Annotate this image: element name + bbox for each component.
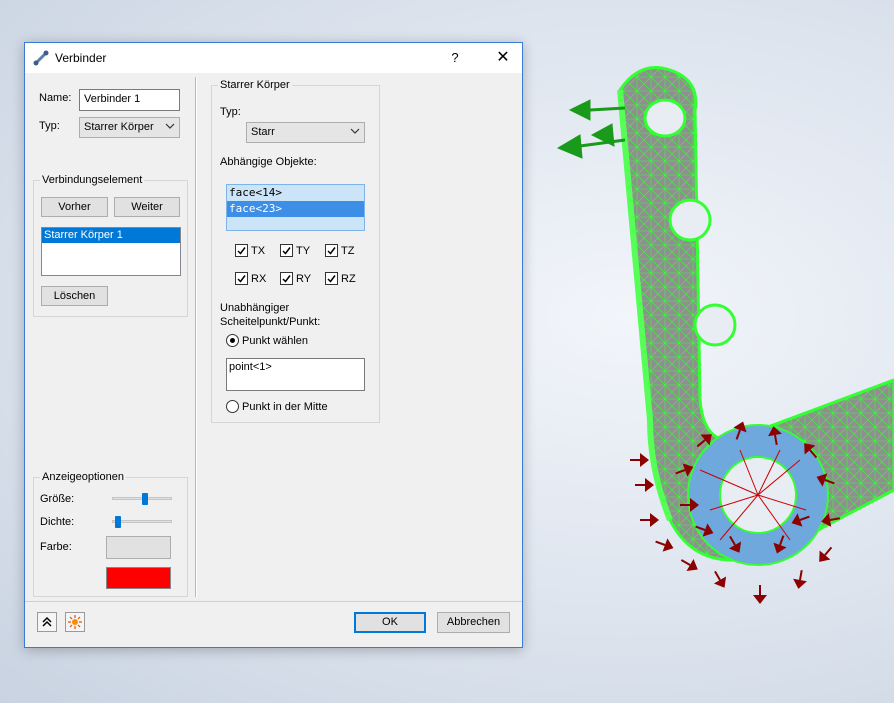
connector-dialog: Verbinder ? ✕ Name: Verbinder 1 Typ: Sta… bbox=[24, 42, 523, 648]
type-select-value: Starrer Körper bbox=[84, 121, 154, 133]
checkbox-rz-label: RZ bbox=[341, 272, 356, 285]
checkbox-box[interactable] bbox=[280, 244, 293, 257]
radio-select-point[interactable]: Punkt wählen bbox=[226, 334, 308, 347]
dialog-footer: OK Abbrechen bbox=[25, 602, 522, 647]
preview-button[interactable] bbox=[65, 612, 85, 632]
name-label: Name: bbox=[39, 92, 72, 104]
checkbox-tz-label: TZ bbox=[341, 244, 355, 257]
panel-divider bbox=[195, 77, 197, 597]
left-panel: Name: Verbinder 1 Typ: Starrer Körper Ve… bbox=[25, 73, 197, 599]
radio-dot bbox=[230, 338, 235, 343]
checkbox-box[interactable] bbox=[325, 244, 338, 257]
type-select[interactable]: Starrer Körper bbox=[79, 117, 180, 138]
ok-button[interactable]: OK bbox=[354, 612, 426, 633]
point-input[interactable]: point<1> bbox=[226, 358, 365, 391]
checkbox-rx[interactable]: RX bbox=[235, 272, 266, 285]
type-label: Typ: bbox=[39, 120, 60, 132]
checkbox-box[interactable] bbox=[235, 272, 248, 285]
radio-center-point-label: Punkt in der Mitte bbox=[242, 400, 328, 413]
connection-element-group: Verbindungselement Vorher Weiter Starrer… bbox=[33, 174, 188, 317]
checkbox-box[interactable] bbox=[280, 272, 293, 285]
title-bar[interactable]: Verbinder ? ✕ bbox=[25, 43, 522, 73]
rigid-body-group: Starrer Körper Typ: Starr Abhängige Obje… bbox=[211, 79, 380, 423]
checkbox-ry[interactable]: RY bbox=[280, 272, 311, 285]
rigid-type-select[interactable]: Starr bbox=[246, 122, 365, 143]
density-label: Dichte: bbox=[40, 516, 75, 528]
connector-icon bbox=[33, 50, 49, 66]
list-item[interactable]: face<23> bbox=[227, 201, 364, 217]
collapse-button[interactable] bbox=[37, 612, 57, 632]
dependent-objects-label: Abhängige Objekte: bbox=[220, 156, 317, 168]
size-label: Größe: bbox=[40, 493, 75, 505]
double-chevron-up-icon bbox=[38, 616, 56, 634]
display-options-group: Anzeigeoptionen Größe: Dichte: Farbe: bbox=[33, 471, 188, 597]
radio-circle[interactable] bbox=[226, 334, 239, 347]
independent-point-label-line1: Unabhängiger bbox=[220, 302, 290, 314]
cancel-button[interactable]: Abbrechen bbox=[437, 612, 510, 633]
display-options-title: Anzeigeoptionen bbox=[40, 471, 126, 483]
checkbox-box[interactable] bbox=[235, 244, 248, 257]
density-slider-thumb[interactable] bbox=[114, 516, 121, 528]
checkbox-rz[interactable]: RZ bbox=[325, 272, 356, 285]
independent-point-label-line2: Scheitelpunkt/Punkt: bbox=[220, 316, 321, 328]
chevron-down-icon bbox=[350, 126, 360, 136]
checkbox-ry-label: RY bbox=[296, 272, 312, 285]
checkbox-ty-label: TY bbox=[296, 244, 311, 257]
color-swatch[interactable] bbox=[106, 567, 171, 589]
rigid-type-select-value: Starr bbox=[251, 126, 275, 138]
list-item[interactable]: Starrer Körper 1 bbox=[42, 228, 180, 243]
connection-element-title: Verbindungselement bbox=[40, 174, 145, 186]
close-button[interactable]: ✕ bbox=[485, 43, 521, 73]
list-item[interactable]: face<14> bbox=[227, 185, 364, 201]
name-input[interactable]: Verbinder 1 bbox=[79, 89, 180, 111]
checkbox-box[interactable] bbox=[325, 272, 338, 285]
connection-list[interactable]: Starrer Körper 1 bbox=[41, 227, 181, 276]
radio-center-point[interactable]: Punkt in der Mitte bbox=[226, 400, 328, 413]
color-picker-button[interactable] bbox=[106, 536, 171, 559]
sparkle-icon bbox=[66, 615, 84, 634]
delete-button[interactable]: Löschen bbox=[41, 286, 108, 306]
checkbox-ty[interactable]: TY bbox=[280, 244, 310, 257]
size-slider-thumb[interactable] bbox=[141, 493, 148, 505]
checkbox-rx-label: RX bbox=[251, 272, 267, 285]
help-button[interactable]: ? bbox=[441, 43, 469, 73]
rigid-body-title: Starrer Körper bbox=[218, 79, 292, 91]
density-slider[interactable] bbox=[112, 520, 172, 523]
radio-circle[interactable] bbox=[226, 400, 239, 413]
dependent-objects-list[interactable]: face<14> face<23> bbox=[226, 184, 365, 231]
color-label: Farbe: bbox=[40, 541, 72, 553]
next-button[interactable]: Weiter bbox=[114, 197, 180, 217]
dialog-title: Verbinder bbox=[55, 51, 107, 65]
checkbox-tx-label: TX bbox=[251, 244, 266, 257]
previous-button[interactable]: Vorher bbox=[41, 197, 108, 217]
chevron-down-icon bbox=[165, 121, 175, 131]
rigid-type-label: Typ: bbox=[220, 106, 241, 118]
radio-select-point-label: Punkt wählen bbox=[242, 334, 309, 347]
checkbox-tz[interactable]: TZ bbox=[325, 244, 354, 257]
checkbox-tx[interactable]: TX bbox=[235, 244, 265, 257]
